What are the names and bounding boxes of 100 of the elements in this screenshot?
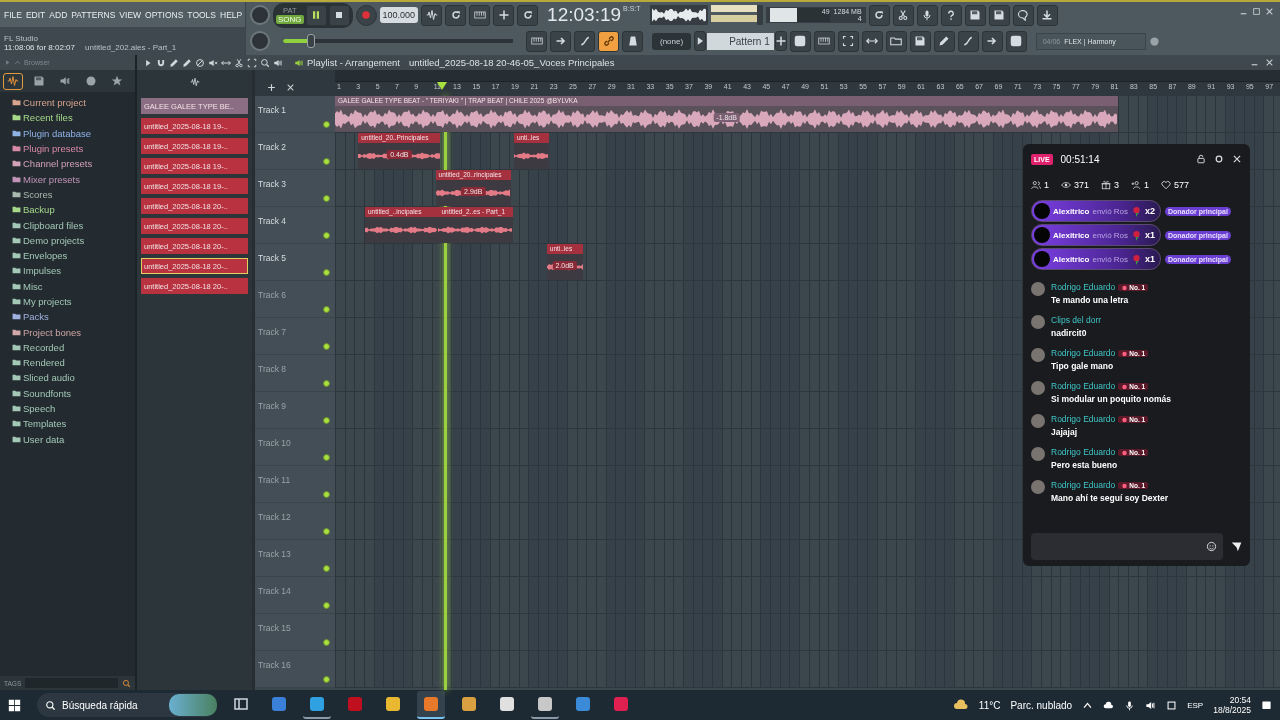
toolbar-button[interactable] (445, 4, 467, 26)
toolbar-button[interactable] (837, 30, 859, 52)
maximize-icon[interactable] (1252, 7, 1261, 16)
master-volume-knob[interactable] (250, 5, 270, 25)
previous-pattern-button[interactable] (694, 31, 707, 51)
track-enable-button[interactable] (323, 158, 330, 165)
add-track-icon[interactable] (267, 83, 276, 92)
browser-item[interactable]: Sliced audio (12, 370, 75, 386)
browser-item[interactable]: Project bones (12, 324, 82, 340)
browser-item[interactable]: Clipboard files (12, 217, 84, 233)
browser-item[interactable]: Templates (12, 416, 67, 432)
toolbar-button[interactable] (909, 30, 931, 52)
toggle-button[interactable] (574, 30, 595, 52)
track-header[interactable]: Track 15 (255, 614, 335, 651)
tempo-field[interactable]: 100.000 (379, 7, 419, 23)
track-header[interactable]: Track 16 (255, 651, 335, 688)
record-button[interactable] (355, 4, 377, 26)
track-enable-button[interactable] (323, 269, 330, 276)
browser-item[interactable]: Soundfonts (12, 385, 72, 401)
toolbar-button[interactable] (493, 4, 515, 26)
browser-item[interactable]: Mixer presets (12, 171, 80, 187)
windows-start-icon[interactable] (8, 698, 21, 712)
toolbar-button[interactable] (940, 4, 962, 26)
tray-chevron-icon[interactable] (1082, 699, 1094, 711)
toolbar-button[interactable] (981, 30, 1003, 52)
magnet-icon[interactable] (156, 57, 166, 68)
track-enable-button[interactable] (323, 491, 330, 498)
track-enable-button[interactable] (323, 306, 330, 313)
clock-date[interactable]: 18/8/2025 (1213, 705, 1251, 715)
mute-icon[interactable] (208, 57, 218, 68)
close-icon[interactable] (1232, 154, 1242, 164)
toolbar-button[interactable] (861, 30, 883, 52)
browser-item[interactable]: Envelopes (12, 247, 68, 264)
zoom-icon[interactable] (260, 57, 270, 68)
toolbar-button[interactable] (964, 4, 986, 26)
toolbar-button[interactable] (868, 4, 890, 26)
browser-item[interactable]: Scores (12, 186, 53, 203)
track-enable-button[interactable] (323, 565, 330, 572)
remove-icon[interactable] (286, 83, 295, 92)
search-icon[interactable] (122, 678, 131, 688)
track-enable-button[interactable] (323, 528, 330, 535)
pattern-selector[interactable]: Pattern 1 (707, 32, 774, 50)
track-header[interactable]: Track 1 (255, 96, 335, 133)
browser-item[interactable]: Packs (12, 309, 49, 325)
browser-item[interactable]: Misc (12, 278, 43, 294)
track-enable-button[interactable] (323, 454, 330, 461)
track-enable-button[interactable] (323, 676, 330, 683)
track-header[interactable]: Track 4 (255, 207, 335, 244)
track-enable-button[interactable] (323, 343, 330, 350)
toolbar-button[interactable] (1012, 4, 1034, 26)
track-enable-button[interactable] (323, 121, 330, 128)
track-enable-button[interactable] (323, 232, 330, 239)
browser-item[interactable]: Channel presets (12, 156, 93, 172)
toggle-button[interactable] (598, 30, 619, 52)
browser-item[interactable]: User data (12, 431, 65, 447)
browser-item[interactable]: Demo projects (12, 232, 85, 248)
toolbar-button[interactable] (885, 30, 907, 52)
close-icon[interactable] (1265, 58, 1274, 67)
track-header[interactable]: Track 6 (255, 281, 335, 318)
menu-item[interactable]: HELP (220, 9, 243, 20)
toolbar-button[interactable] (957, 30, 979, 52)
menu-item[interactable]: ADD (49, 9, 68, 20)
track-header[interactable]: Track 14 (255, 577, 335, 614)
toggle-button[interactable] (526, 30, 547, 52)
track-header[interactable]: Track 3 (255, 170, 335, 207)
menu-item[interactable]: TOOLS (187, 9, 217, 20)
track-header[interactable]: Track 10 (255, 429, 335, 466)
browser-item[interactable]: Backup (12, 202, 55, 218)
menu-item[interactable]: OPTIONS (145, 9, 184, 20)
toolbar-button[interactable] (916, 4, 938, 26)
track-header[interactable]: Track 5 (255, 244, 335, 281)
browser-item[interactable]: Impulses (12, 263, 61, 279)
track-header[interactable]: Track 7 (255, 318, 335, 355)
track-header[interactable]: Track 13 (255, 540, 335, 577)
menu-item[interactable]: PATTERNS (71, 9, 116, 20)
add-pattern-button[interactable] (774, 31, 787, 51)
microphone-icon[interactable] (1124, 699, 1136, 711)
track-enable-button[interactable] (323, 380, 330, 387)
emoji-icon[interactable] (1206, 541, 1217, 552)
lock-icon[interactable] (1196, 154, 1206, 164)
browser-item[interactable]: Recorded (12, 339, 65, 356)
delete-icon[interactable] (195, 57, 205, 68)
toolbar-button[interactable] (421, 4, 443, 26)
chat-input-field[interactable] (1031, 533, 1223, 560)
browser-item[interactable]: Current project (12, 95, 86, 111)
track-header[interactable]: Track 8 (255, 355, 335, 392)
toolbar-button[interactable] (933, 30, 955, 52)
toolbar-button[interactable] (517, 4, 539, 26)
browser-item[interactable]: Recent files (12, 110, 73, 126)
settings-icon[interactable] (1214, 154, 1224, 164)
track-header[interactable]: Track 12 (255, 503, 335, 540)
clock-time[interactable]: 20:54 (1229, 695, 1251, 705)
track-enable-button[interactable] (323, 639, 330, 646)
toolbar-button[interactable] (892, 4, 914, 26)
master-pitch-knob[interactable] (250, 31, 270, 51)
menu-item[interactable]: EDIT (25, 9, 46, 20)
track-enable-button[interactable] (323, 195, 330, 202)
pencil-icon[interactable] (169, 57, 179, 68)
toggle-button[interactable] (622, 30, 643, 52)
toolbar-button[interactable] (988, 4, 1010, 26)
